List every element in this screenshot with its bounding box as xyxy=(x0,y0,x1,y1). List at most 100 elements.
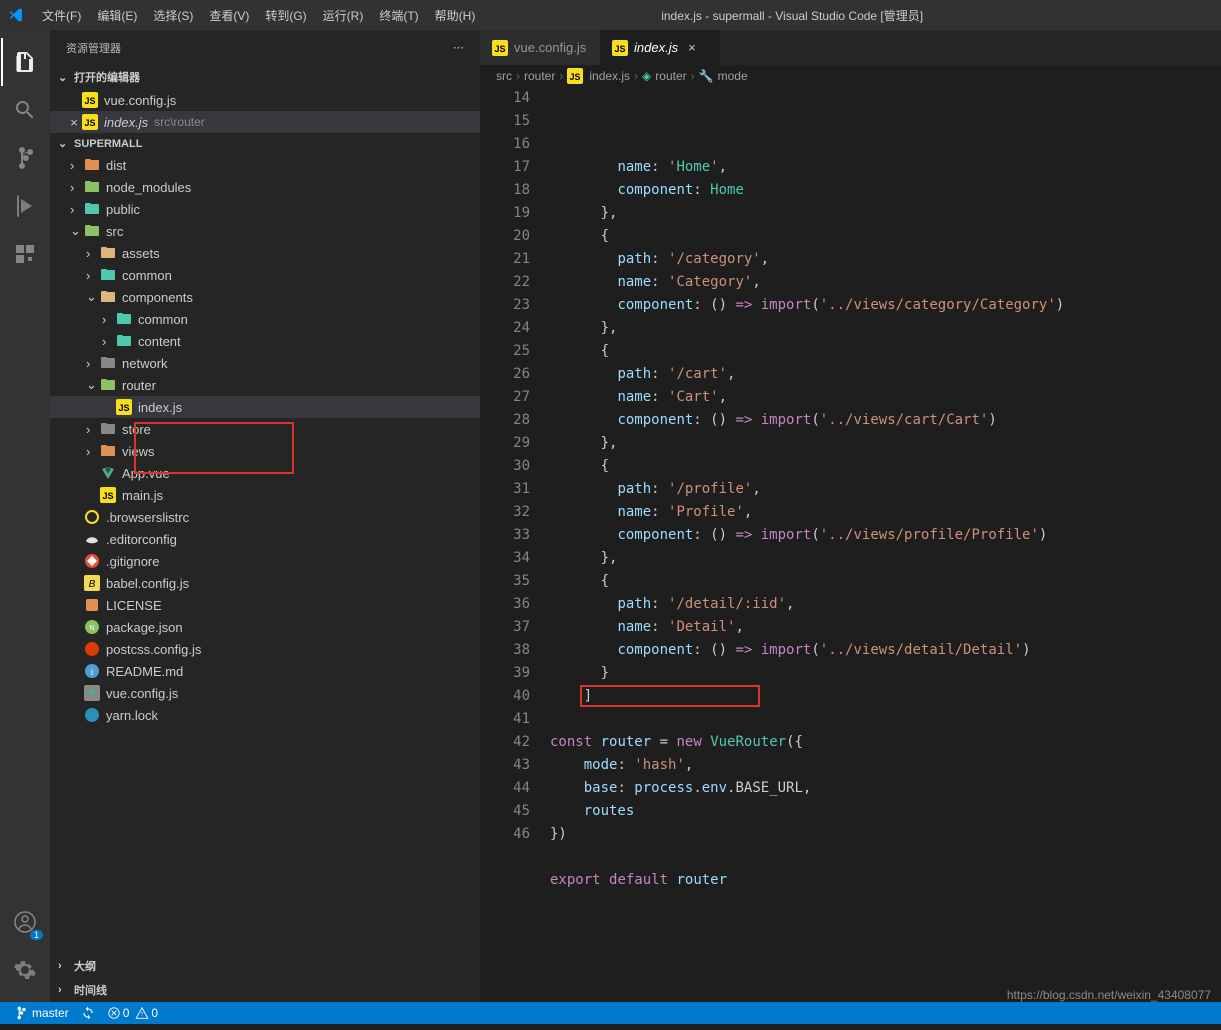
settings-gear-icon[interactable] xyxy=(1,946,49,994)
breadcrumb-item[interactable]: JSindex.js xyxy=(567,68,630,84)
file-name: vue.config.js xyxy=(104,93,176,108)
file-name: network xyxy=(122,356,168,371)
breadcrumb-item[interactable]: src xyxy=(496,69,512,83)
file-icon xyxy=(84,531,100,547)
accounts-icon[interactable]: 1 xyxy=(1,898,49,946)
extensions-icon[interactable] xyxy=(1,230,49,278)
file-name: postcss.config.js xyxy=(106,642,201,657)
folder-item[interactable]: ›content xyxy=(50,330,480,352)
file-item[interactable]: i README.md xyxy=(50,660,480,682)
file-item[interactable]: JSindex.js xyxy=(50,396,480,418)
close-icon[interactable]: × xyxy=(66,115,82,130)
chevron-down-icon: ⌄ xyxy=(86,289,100,305)
folder-item[interactable]: ›assets xyxy=(50,242,480,264)
file-item[interactable]: .browserslistrc xyxy=(50,506,480,528)
file-path: src\router xyxy=(154,115,205,129)
menu-item[interactable]: 帮助(H) xyxy=(427,7,484,24)
file-icon: B xyxy=(84,575,100,591)
svg-text:JS: JS xyxy=(614,44,625,54)
branch-status[interactable]: master xyxy=(8,1006,75,1020)
svg-text:i: i xyxy=(91,667,93,677)
folder-item[interactable]: ⌄src xyxy=(50,220,480,242)
folder-item[interactable]: ⌄router xyxy=(50,374,480,396)
menu-item[interactable]: 查看(V) xyxy=(201,7,257,24)
file-item[interactable]: .editorconfig xyxy=(50,528,480,550)
menu-item[interactable]: 选择(S) xyxy=(145,7,201,24)
open-editor-item[interactable]: ×JSindex.jssrc\router xyxy=(50,111,480,133)
file-icon: JS xyxy=(100,487,116,503)
explorer-icon[interactable] xyxy=(1,38,49,86)
breadcrumb-item[interactable]: ◈router xyxy=(642,69,687,83)
chevron-down-icon: ⌄ xyxy=(70,223,84,239)
folder-item[interactable]: ⌄components xyxy=(50,286,480,308)
folder-item[interactable]: ›common xyxy=(50,264,480,286)
file-item[interactable]: LICENSE xyxy=(50,594,480,616)
problems-status[interactable]: 0 0 xyxy=(101,1006,164,1020)
svg-text:JS: JS xyxy=(84,96,95,106)
svg-text:B: B xyxy=(89,579,96,590)
file-item[interactable]: Bbabel.config.js xyxy=(50,572,480,594)
file-item[interactable]: .gitignore xyxy=(50,550,480,572)
activity-bar: 1 xyxy=(0,30,50,1002)
file-icon: JS xyxy=(82,114,98,130)
folder-item[interactable]: ›common xyxy=(50,308,480,330)
file-item[interactable]: App.vue xyxy=(50,462,480,484)
timeline-section[interactable]: › 时间线 xyxy=(50,978,480,1002)
status-bar: master 0 0 xyxy=(0,1002,1221,1024)
outline-section[interactable]: › 大纲 xyxy=(50,954,480,978)
file-name: LICENSE xyxy=(106,598,162,613)
menu-item[interactable]: 编辑(E) xyxy=(89,7,145,24)
breadcrumbs[interactable]: src›router›JSindex.js›◈router›🔧mode xyxy=(480,65,1221,87)
file-name: index.js xyxy=(138,400,182,415)
file-name: README.md xyxy=(106,664,183,679)
file-icon: JS xyxy=(612,40,628,56)
sync-status[interactable] xyxy=(75,1006,101,1020)
menu-item[interactable]: 转到(G) xyxy=(257,7,314,24)
window-title: index.js - supermall - Visual Studio Cod… xyxy=(483,7,1101,24)
file-item[interactable]: postcss.config.js xyxy=(50,638,480,660)
file-icon: N xyxy=(84,619,100,635)
run-debug-icon[interactable] xyxy=(1,182,49,230)
chevron-down-icon: ⌄ xyxy=(86,377,100,393)
file-name: store xyxy=(122,422,151,437)
sidebar-more-icon[interactable]: ⋯ xyxy=(453,41,464,54)
folder-item[interactable]: ›network xyxy=(50,352,480,374)
editor-tab[interactable]: JSindex.js× xyxy=(600,30,720,65)
folder-item[interactable]: ›public xyxy=(50,198,480,220)
file-icon xyxy=(84,509,100,525)
code-content[interactable]: name: 'Home', component: Home }, { path:… xyxy=(550,87,1221,1002)
breadcrumb-item[interactable]: 🔧mode xyxy=(699,69,748,83)
project-section[interactable]: ⌄ SUPERMALL xyxy=(50,133,480,154)
file-item[interactable]: Npackage.json xyxy=(50,616,480,638)
folder-item[interactable]: › store xyxy=(50,418,480,440)
menu-item[interactable]: 终端(T) xyxy=(371,7,426,24)
file-item[interactable]: JSmain.js xyxy=(50,484,480,506)
chevron-right-icon: › xyxy=(86,422,100,437)
chevron-right-icon: › xyxy=(86,444,100,459)
source-control-icon[interactable] xyxy=(1,134,49,182)
file-item[interactable]: yarn.lock xyxy=(50,704,480,726)
close-icon[interactable]: × xyxy=(688,40,696,55)
search-icon[interactable] xyxy=(1,86,49,134)
menu-item[interactable]: 文件(F) xyxy=(34,7,89,24)
folder-icon xyxy=(116,311,132,327)
folder-icon xyxy=(84,223,100,239)
file-name: .browserslistrc xyxy=(106,510,189,525)
file-item[interactable]: vue.config.js xyxy=(50,682,480,704)
folder-icon xyxy=(100,267,116,283)
svg-text:N: N xyxy=(89,625,94,632)
folder-item[interactable]: ›views xyxy=(50,440,480,462)
file-name: dist xyxy=(106,158,126,173)
open-editors-section[interactable]: ⌄ 打开的编辑器 xyxy=(50,65,480,89)
file-name: common xyxy=(122,268,172,283)
code-editor[interactable]: 1415161718192021222324252627282930313233… xyxy=(480,87,1221,1002)
folder-item[interactable]: ›node_modules xyxy=(50,176,480,198)
file-name: public xyxy=(106,202,140,217)
breadcrumb-item[interactable]: router xyxy=(524,69,555,83)
menu-item[interactable]: 运行(R) xyxy=(315,7,372,24)
open-editor-item[interactable]: JS vue.config.js xyxy=(50,89,480,111)
editor-tab[interactable]: JSvue.config.js xyxy=(480,30,600,65)
file-icon: JS xyxy=(567,68,583,84)
file-icon: JS xyxy=(492,40,508,56)
folder-item[interactable]: ›dist xyxy=(50,154,480,176)
